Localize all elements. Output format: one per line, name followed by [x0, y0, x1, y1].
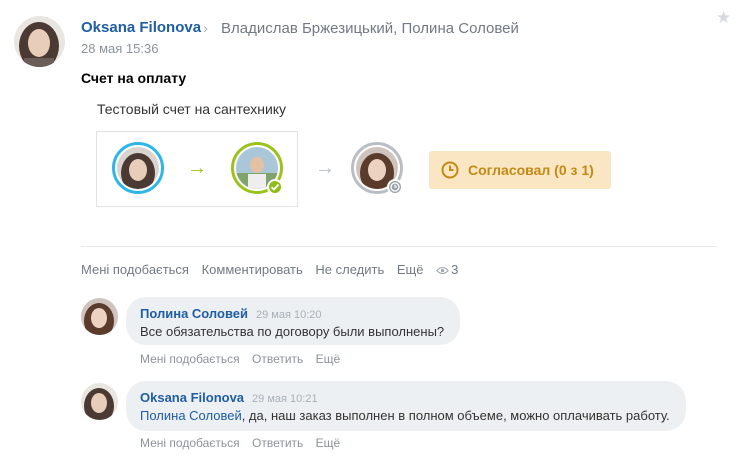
views-count: 3	[451, 262, 459, 277]
comment-like-link[interactable]: Мені подобається	[140, 436, 240, 450]
clock-icon	[387, 179, 403, 195]
comment-author-avatar[interactable]	[81, 383, 118, 420]
post-title: Счет на оплату	[81, 70, 187, 86]
comment-author: Полина Соловей 29 мая 10:20	[140, 306, 322, 321]
comment-reply-link[interactable]: Ответить	[252, 352, 303, 366]
post-recipients[interactable]: Владислав Бржезицький, Полина Соловей	[221, 20, 519, 37]
divider	[81, 246, 717, 247]
post-author-avatar[interactable]	[14, 16, 65, 67]
comment-like-link[interactable]: Мені подобається	[140, 352, 240, 366]
comment-more-link[interactable]: Ещё	[316, 436, 341, 450]
post-date[interactable]: 28 мая 15:36	[81, 41, 158, 56]
check-icon	[267, 179, 283, 195]
chevron-right-icon: ›	[203, 20, 208, 37]
comment-author: Oksana Filonova 29 мая 10:21	[140, 390, 318, 405]
comment-author-name[interactable]: Полина Соловей	[140, 306, 248, 321]
comment-time[interactable]: 29 мая 10:21	[252, 393, 318, 405]
approval-status-button[interactable]: Согласовал (0 з 1)	[429, 151, 611, 189]
clock-icon	[441, 161, 459, 179]
comment-more-link[interactable]: Ещё	[316, 352, 341, 366]
eye-icon	[436, 267, 450, 275]
star-icon[interactable]: ★	[716, 8, 731, 28]
comment-bubble: Полина Соловей 29 мая 10:20 Все обязатель…	[126, 297, 460, 345]
comment-text: Все обязательства по договору были выпол…	[140, 324, 445, 339]
arrow-right-icon: →	[187, 157, 207, 179]
post-actions: Мені подобається Комментировать Не следи…	[81, 262, 467, 277]
comment-mention[interactable]: Полина Соловей	[140, 408, 242, 423]
approval-status-label: Согласовал (0 з 1)	[468, 162, 594, 178]
more-link[interactable]: Ещё	[397, 262, 424, 277]
comment-link[interactable]: Комментировать	[202, 262, 303, 277]
unfollow-link[interactable]: Не следить	[315, 262, 384, 277]
approval-task-title: Тестовый счет на сантехнику	[97, 101, 287, 117]
approval-step-initiator-avatar[interactable]	[112, 142, 164, 194]
post-author-name[interactable]: Oksana Filonova	[81, 19, 201, 36]
arrow-right-icon: →	[315, 157, 335, 179]
comment-time[interactable]: 29 мая 10:20	[256, 309, 322, 321]
comment-actions: Мені подобається Ответить Ещё	[140, 436, 349, 450]
comment-author-name[interactable]: Oksana Filonova	[140, 390, 244, 405]
comment-text: Полина Соловей, да, наш заказ выполнен в…	[140, 408, 670, 423]
comment-text-body: , да, наш заказ выполнен в полном объеме…	[241, 408, 670, 423]
comment-author-avatar[interactable]	[81, 298, 118, 335]
views-counter: 3	[436, 262, 458, 277]
comment-bubble: Oksana Filonova 29 мая 10:21 Полина Солов…	[126, 381, 686, 431]
comment-reply-link[interactable]: Ответить	[252, 436, 303, 450]
comment-actions: Мені подобається Ответить Ещё	[140, 352, 349, 366]
like-link[interactable]: Мені подобається	[81, 262, 189, 277]
